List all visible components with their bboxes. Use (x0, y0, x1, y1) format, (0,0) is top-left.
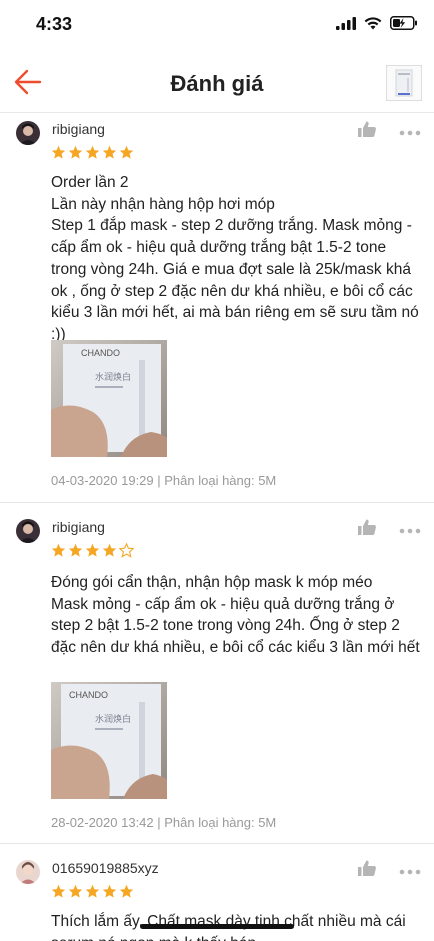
star-filled-icon (51, 543, 66, 557)
photo-brand-text: CHANDO (69, 690, 108, 700)
product-box-image (395, 69, 413, 97)
star-empty-icon (119, 543, 134, 558)
review-meta: 28-02-2020 13:42 | Phân loại hàng: 5M (51, 815, 277, 830)
divider (0, 502, 434, 503)
mask-product-photo: CHANDO 水润焕白 (51, 682, 167, 799)
like-icon[interactable] (357, 518, 377, 536)
signal-icon (336, 16, 356, 30)
photo-cn-text: 水润焕白 (95, 371, 131, 383)
star-rating (51, 145, 134, 160)
star-filled-icon (102, 884, 117, 898)
more-options-icon[interactable] (398, 522, 422, 534)
mask-product-photo: CHANDO 水润焕白 (51, 340, 167, 457)
review-text: Order lần 2 Lần này nhận hàng hộp hơi mó… (51, 174, 419, 343)
photo-brand-text: CHANDO (81, 348, 120, 358)
avatar-image (16, 519, 40, 543)
review-meta: 04-03-2020 19:29 | Phân loại hàng: 5M (51, 473, 277, 488)
star-rating (51, 543, 134, 558)
like-icon[interactable] (357, 859, 377, 877)
star-filled-icon (51, 884, 66, 898)
product-thumbnail[interactable] (386, 65, 422, 101)
star-filled-icon (85, 145, 100, 159)
star-filled-icon (102, 145, 117, 159)
review-username[interactable]: ribigiang (52, 121, 105, 137)
review-photo[interactable]: CHANDO 水润焕白 (51, 682, 167, 799)
more-options-icon[interactable] (398, 124, 422, 136)
review-text: Đóng gói cẩn thận, nhận hộp mask k móp m… (51, 574, 420, 657)
page-title: Đánh giá (170, 71, 264, 96)
avatar-image (16, 121, 40, 145)
star-filled-icon (68, 884, 83, 898)
status-time: 4:33 (36, 14, 73, 34)
star-filled-icon (119, 884, 134, 898)
battery-charging-icon (390, 16, 417, 30)
status-bar: 4:33 (0, 0, 434, 50)
star-filled-icon (68, 145, 83, 159)
star-filled-icon (51, 145, 66, 159)
avatar-image (16, 860, 40, 884)
star-filled-icon (68, 543, 83, 557)
review-photo[interactable]: CHANDO 水润焕白 (51, 340, 167, 457)
review-username[interactable]: ribigiang (52, 519, 105, 535)
star-filled-icon (119, 145, 134, 159)
star-filled-icon (85, 884, 100, 898)
home-indicator (140, 924, 294, 929)
divider (0, 843, 434, 844)
wifi-icon (364, 16, 382, 29)
star-rating (51, 884, 134, 899)
like-icon[interactable] (357, 120, 377, 138)
status-icons (336, 16, 418, 30)
review-username[interactable]: 01659019885xyz (52, 860, 159, 876)
more-options-icon[interactable] (398, 863, 422, 875)
avatar[interactable] (16, 860, 40, 884)
avatar[interactable] (16, 519, 40, 543)
star-filled-icon (102, 543, 117, 557)
nav-bar: Đánh giá (0, 55, 434, 113)
avatar[interactable] (16, 121, 40, 145)
photo-cn-text: 水润焕白 (95, 713, 131, 725)
star-filled-icon (85, 543, 100, 557)
